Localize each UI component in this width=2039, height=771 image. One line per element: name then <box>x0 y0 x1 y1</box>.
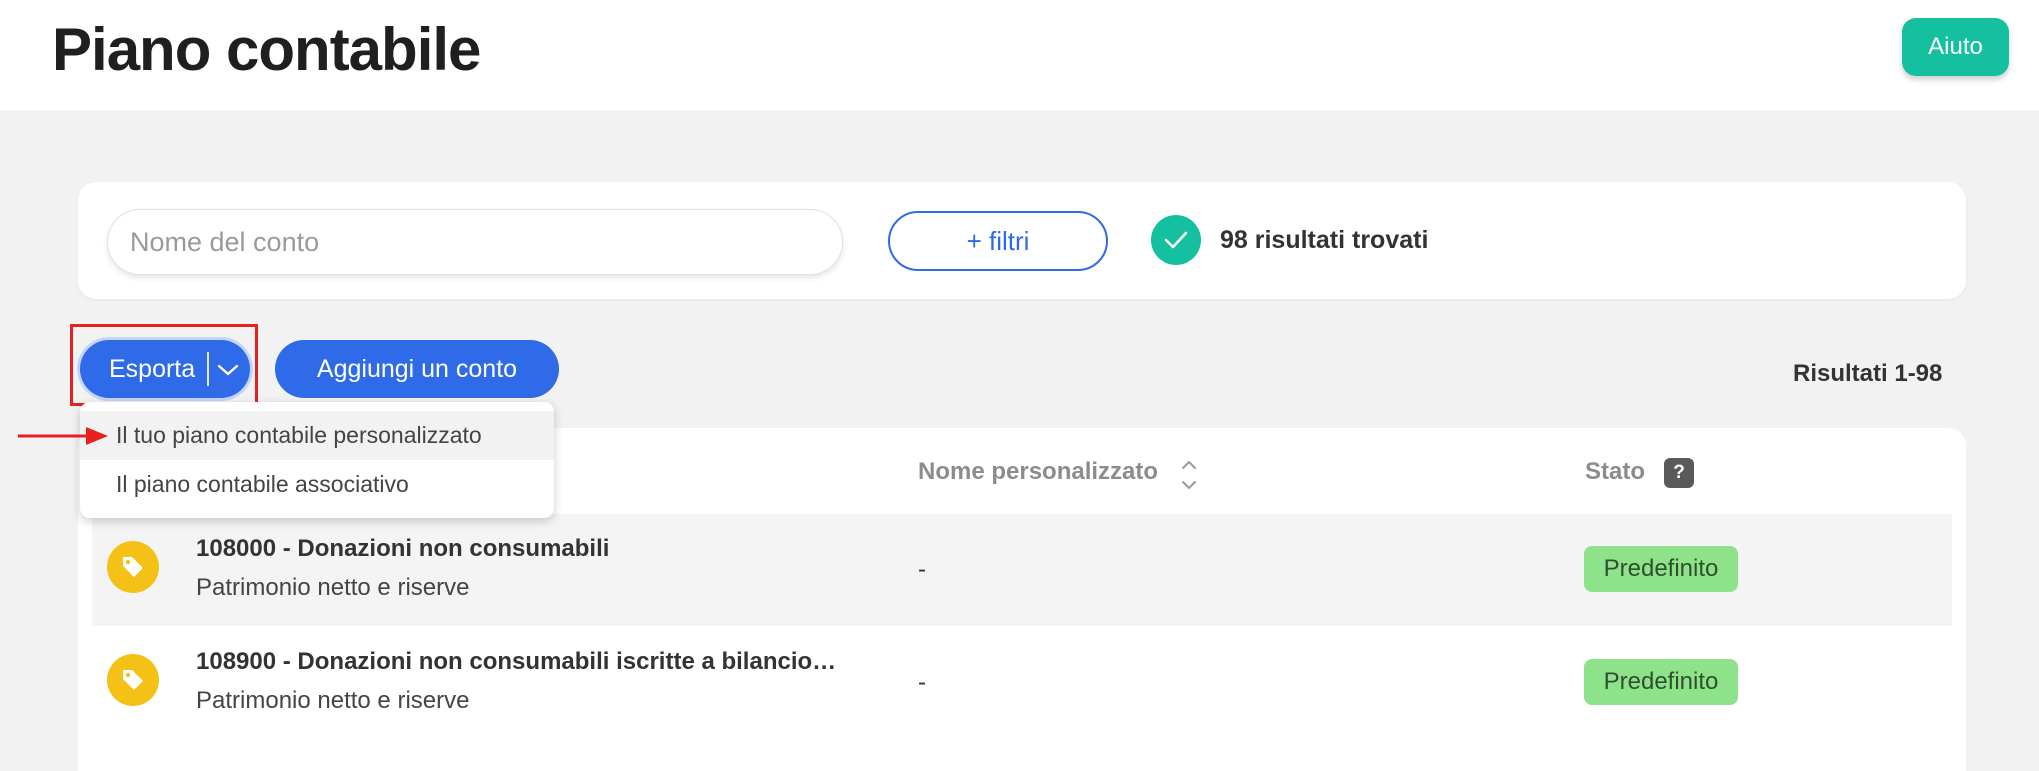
table-row[interactable]: 108900 - Donazioni non consumabili iscri… <box>92 627 1952 739</box>
filter-panel: + filtri 98 risultati trovati <box>78 182 1966 299</box>
question-icon[interactable]: ? <box>1664 458 1694 488</box>
red-arrow-pointer <box>18 427 108 445</box>
account-category: Patrimonio netto e riserve <box>196 574 470 601</box>
column-header-custom-name[interactable]: Nome personalizzato <box>918 458 1158 486</box>
chevron-down-icon[interactable] <box>213 355 243 385</box>
tag-icon <box>107 541 159 593</box>
account-name-search-input[interactable] <box>107 209 843 275</box>
export-dropdown-menu: Il tuo piano contabile personalizzato Il… <box>80 402 554 518</box>
check-icon <box>1151 215 1201 265</box>
tag-icon <box>107 654 159 706</box>
results-found-count: 98 risultati trovati <box>1220 226 1429 254</box>
account-category: Patrimonio netto e riserve <box>196 687 470 714</box>
export-button-label: Esporta <box>109 354 196 383</box>
top-bar: Piano contabile Aiuto <box>0 0 2039 110</box>
sort-icon[interactable] <box>1178 456 1200 494</box>
menu-item-custom-chart[interactable]: Il tuo piano contabile personalizzato <box>80 411 554 460</box>
column-header-status: Stato <box>1585 458 1645 485</box>
account-title: 108900 - Donazioni non consumabili iscri… <box>196 648 837 675</box>
account-custom-name: - <box>918 669 926 696</box>
account-custom-name: - <box>918 556 926 583</box>
page-title: Piano contabile <box>52 16 481 83</box>
status-badge: Predefinito <box>1584 546 1738 592</box>
results-range: Risultati 1-98 <box>1793 360 1943 387</box>
export-divider <box>207 352 209 386</box>
help-button[interactable]: Aiuto <box>1902 18 2009 76</box>
filters-button[interactable]: + filtri <box>888 211 1108 271</box>
status-badge: Predefinito <box>1584 659 1738 705</box>
add-account-button[interactable]: Aggiungi un conto <box>275 340 559 398</box>
menu-item-associative-chart[interactable]: Il piano contabile associativo <box>80 460 554 509</box>
table-row[interactable]: 108000 - Donazioni non consumabili Patri… <box>92 514 1952 626</box>
export-button[interactable]: Esporta <box>80 340 250 398</box>
account-title: 108000 - Donazioni non consumabili <box>196 535 610 562</box>
